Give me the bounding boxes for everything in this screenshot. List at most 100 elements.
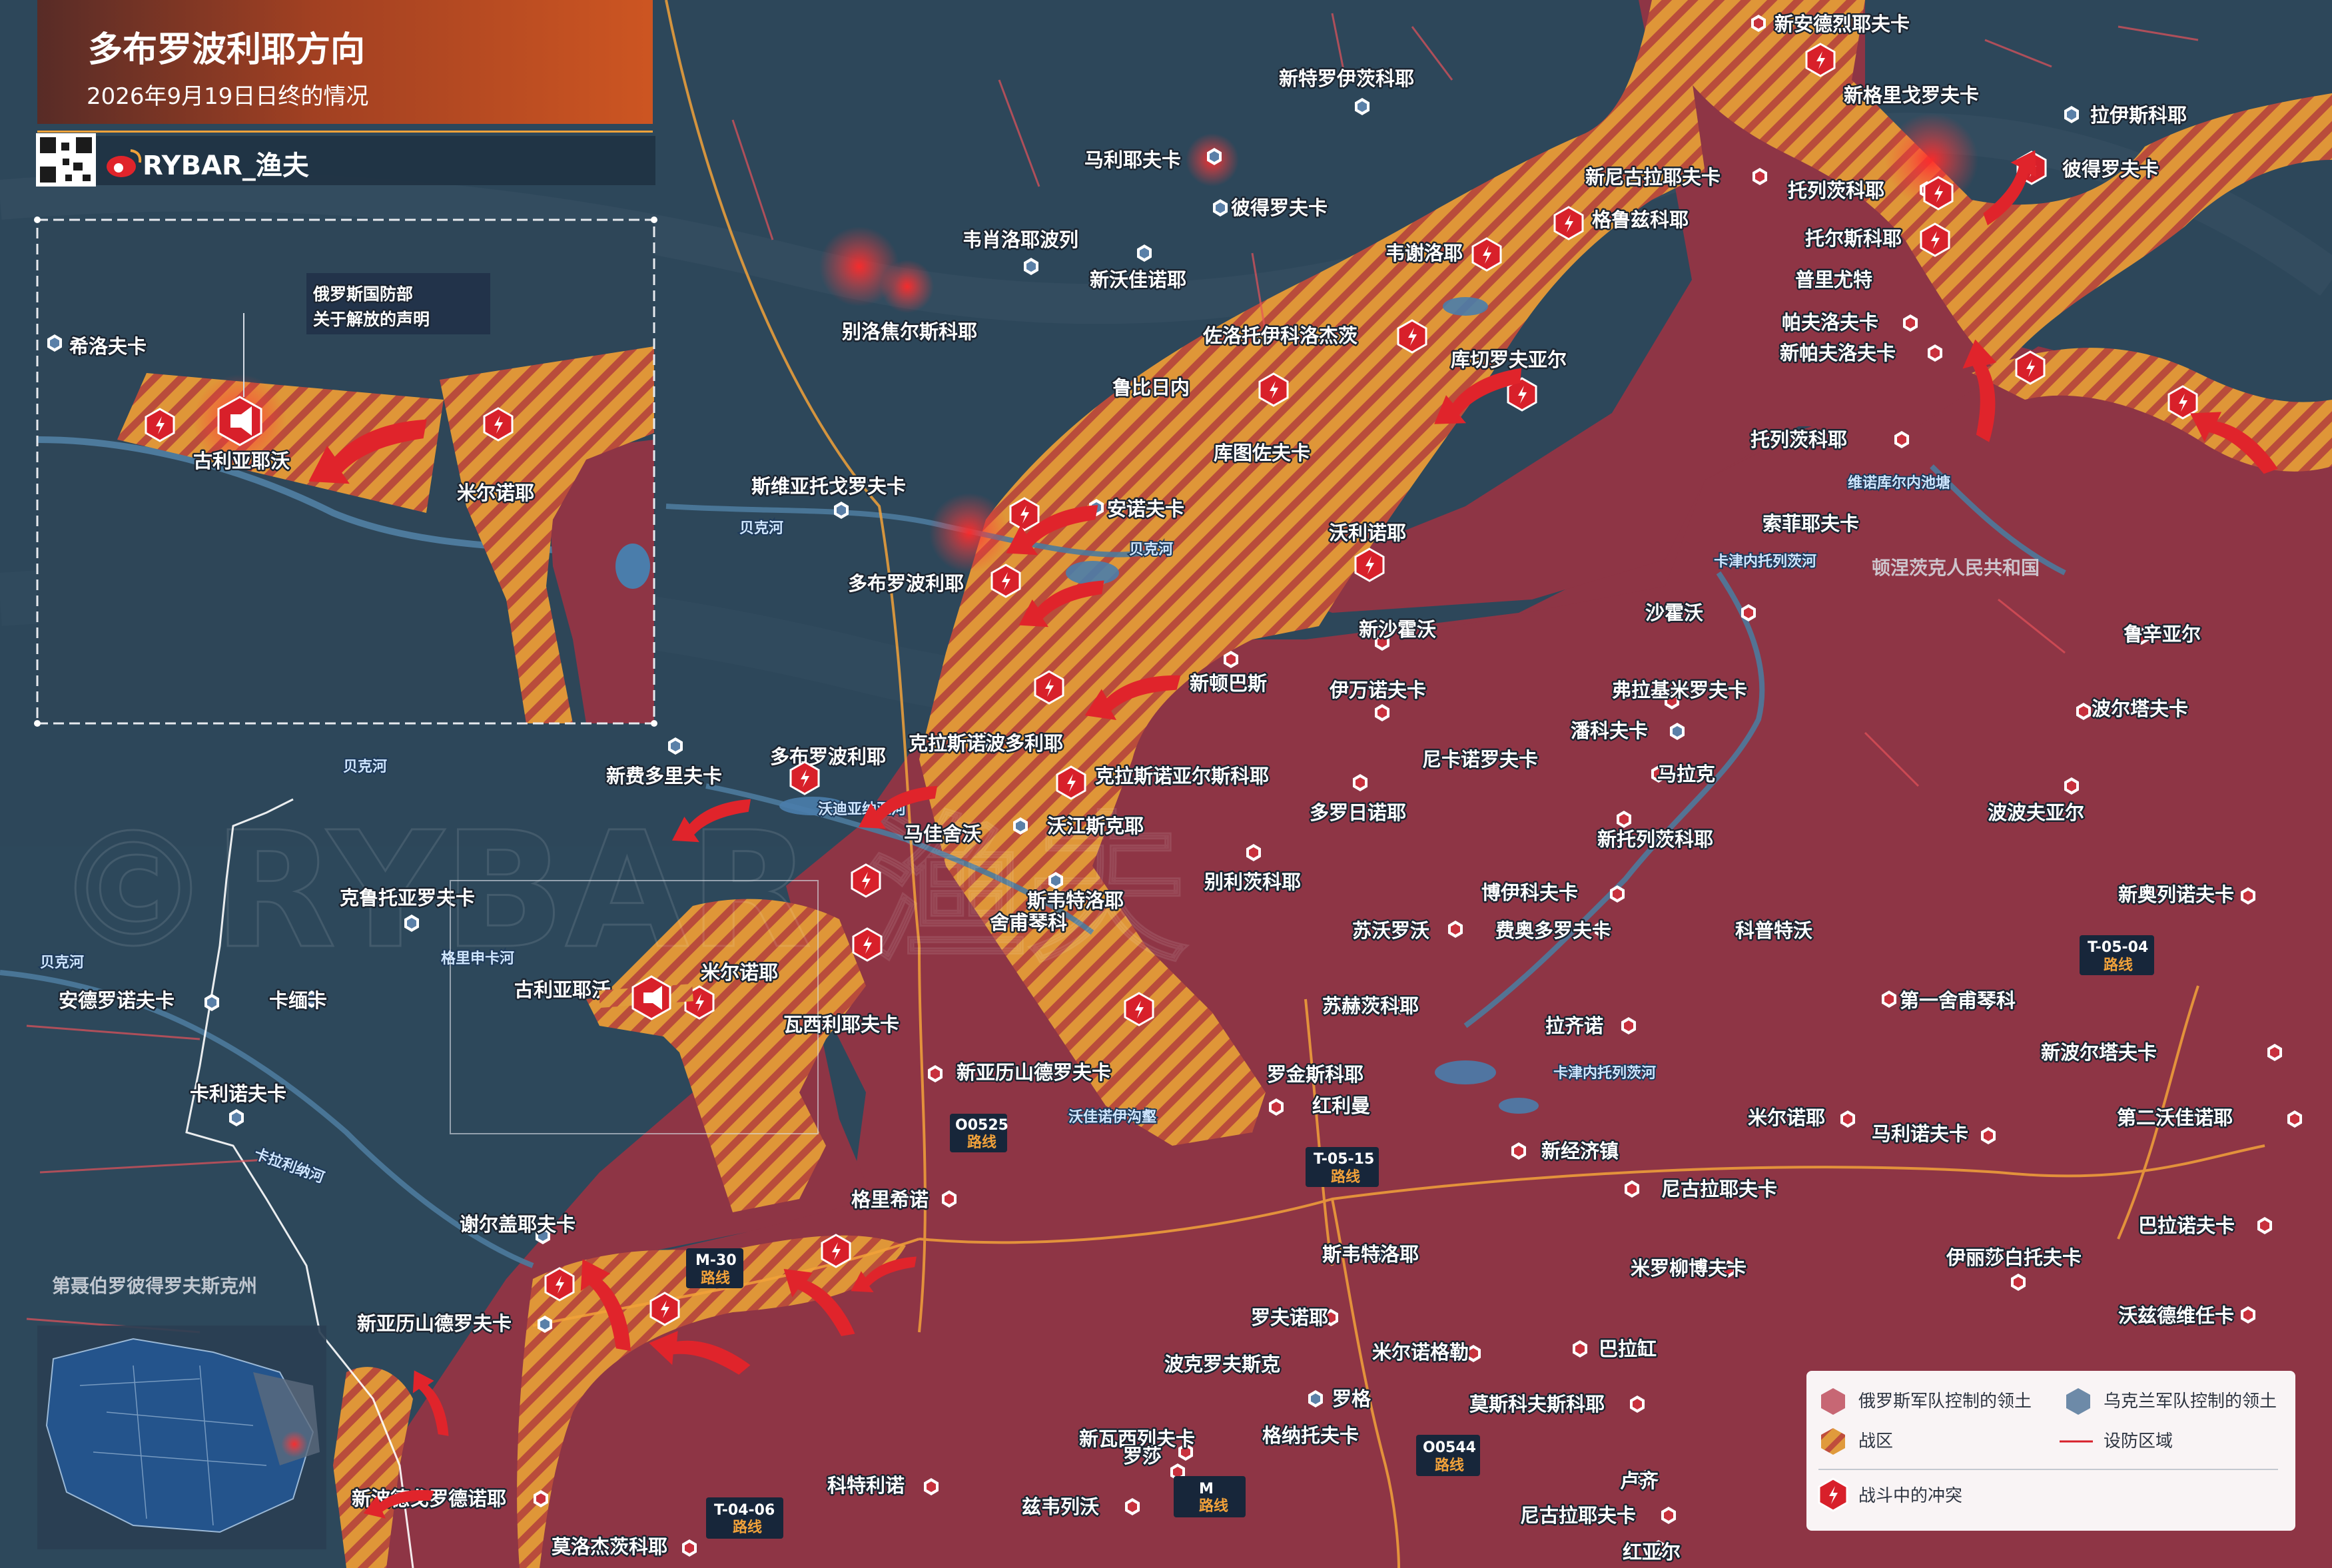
place-label: 罗格 bbox=[1332, 1387, 1371, 1410]
river-label: 卡津内托列茨河 bbox=[1714, 553, 1816, 570]
place-label: 波克罗夫斯克 bbox=[1164, 1353, 1280, 1375]
place-label: 克鲁托亚罗夫卡 bbox=[340, 887, 475, 909]
place-label: 弗拉基米罗夫卡 bbox=[1612, 679, 1747, 701]
svg-text:O0544: O0544 bbox=[1423, 1439, 1476, 1456]
svg-text:乌克兰军队控制的领土: 乌克兰军队控制的领土 bbox=[2104, 1391, 2277, 1411]
place-label: 卢齐 bbox=[1620, 1469, 1659, 1492]
svg-text:路线: 路线 bbox=[967, 1134, 996, 1151]
place-label: 韦肖洛耶波列 bbox=[963, 228, 1078, 251]
place-label: 科特利诺 bbox=[827, 1474, 905, 1497]
place-label: 索菲耶夫卡 bbox=[1762, 512, 1859, 535]
place-label: 波尔塔夫卡 bbox=[2092, 697, 2188, 720]
inset-place-label: 希洛夫卡 bbox=[69, 335, 147, 358]
svg-text:T-05-15: T-05-15 bbox=[1314, 1151, 1374, 1168]
place-label: 鲁辛亚尔 bbox=[2124, 623, 2201, 645]
place-label: 巴拉诺夫卡 bbox=[2138, 1214, 2235, 1237]
place-label: 卡利诺夫卡 bbox=[190, 1082, 286, 1105]
place-label: 瓦西利耶夫卡 bbox=[783, 1013, 899, 1036]
svg-text:M-30: M-30 bbox=[695, 1252, 737, 1269]
place-label: 伊丽莎白托夫卡 bbox=[1946, 1246, 2082, 1269]
place-label: 米罗柳博夫卡 bbox=[1631, 1257, 1747, 1280]
place-label: 帕夫洛夫卡 bbox=[1782, 311, 1878, 334]
river-label: 格里申卡河 bbox=[441, 950, 514, 967]
place-label: 卡缅卡 bbox=[269, 989, 327, 1012]
place-label: 库图佐夫卡 bbox=[1214, 442, 1310, 464]
svg-text:路线: 路线 bbox=[2104, 957, 2133, 974]
place-label: 尼古拉耶夫卡 bbox=[1661, 1178, 1777, 1200]
place-label: 沃江斯克耶 bbox=[1047, 815, 1144, 837]
place-label: 托尔斯科耶 bbox=[1805, 227, 1902, 250]
place-label: 新帕夫洛夫卡 bbox=[1780, 342, 1896, 364]
place-label: 红亚尔 bbox=[1623, 1541, 1681, 1563]
place-label: 新亚历山德罗夫卡 bbox=[357, 1312, 512, 1335]
place-label: 新尼古拉耶夫卡 bbox=[1585, 166, 1721, 189]
place-label: 米尔诺耶 bbox=[1748, 1106, 1825, 1129]
inset-map: 希洛夫卡 古利亚耶沃 米尔诺耶 俄罗斯国防部 关于解放的声明 bbox=[34, 216, 657, 727]
svg-text:设防区域: 设防区域 bbox=[2104, 1431, 2173, 1451]
river-label: 沃佳诺伊沟壑 bbox=[1068, 1108, 1157, 1126]
place-label: 别洛焦尔斯科耶 bbox=[842, 320, 977, 343]
place-label: 潘科夫卡 bbox=[1571, 719, 1648, 742]
legend-panel: 俄罗斯军队控制的领土 乌克兰军队控制的领土 战区 设防区域 战斗中的冲突 bbox=[1806, 1371, 2295, 1531]
brand-name: RYBAR_渔夫 bbox=[143, 151, 310, 181]
place-label: 米尔诺格勒 bbox=[1372, 1341, 1469, 1364]
svg-text:路线: 路线 bbox=[1331, 1168, 1360, 1186]
svg-text:战斗中的冲突: 战斗中的冲突 bbox=[1858, 1486, 1962, 1506]
place-label: 新安德烈耶夫卡 bbox=[1774, 13, 1910, 35]
page-subtitle: 2026年9月19日日终的情况 bbox=[87, 83, 368, 110]
place-label: 马拉克 bbox=[1657, 763, 1715, 785]
overview-minimap bbox=[37, 1326, 326, 1549]
brand-bar: RYBAR_渔夫 bbox=[36, 133, 655, 187]
place-label: 安德罗诺夫卡 bbox=[59, 989, 175, 1012]
river-label: 贝克河 bbox=[1129, 541, 1173, 558]
place-label: 拉齐诺 bbox=[1545, 1014, 1603, 1037]
place-label: 彼得罗夫卡 bbox=[1231, 196, 1328, 219]
place-label: 新沙霍沃 bbox=[1359, 618, 1436, 641]
place-label: 别利茨科耶 bbox=[1204, 871, 1301, 893]
place-label: 马利耶夫卡 bbox=[1084, 149, 1181, 171]
road-badge-o0525: O0525 路线 bbox=[950, 1114, 1008, 1152]
place-label: 斯韦特洛耶 bbox=[1322, 1243, 1419, 1266]
river-label: 维诺库尔内池塘 bbox=[1848, 474, 1950, 492]
place-label: 科普特沃 bbox=[1735, 919, 1812, 942]
place-label: 波波夫亚尔 bbox=[1988, 801, 2084, 824]
place-label: 新顿巴斯 bbox=[1190, 672, 1267, 695]
place-label: 兹韦列沃 bbox=[1022, 1495, 1099, 1518]
place-label: 伊万诺夫卡 bbox=[1329, 679, 1426, 701]
place-label: 费奥多罗夫卡 bbox=[1495, 919, 1611, 942]
place-label: 新经济镇 bbox=[1541, 1140, 1619, 1162]
place-label: 拉伊斯科耶 bbox=[2090, 104, 2187, 127]
region-label-donetsk: 顿涅茨克人民共和国 bbox=[1872, 557, 2040, 579]
place-label: 莫斯科夫斯科耶 bbox=[1469, 1393, 1605, 1415]
place-label: 佐洛托伊科洛杰茨 bbox=[1202, 324, 1358, 347]
place-label: 罗夫诺耶 bbox=[1251, 1306, 1328, 1329]
place-label: 新费多里夫卡 bbox=[606, 765, 722, 787]
svg-text:M: M bbox=[1199, 1481, 1214, 1497]
place-label: 沃利诺耶 bbox=[1329, 522, 1406, 544]
place-label: 克拉斯诺波多利耶 bbox=[909, 732, 1063, 755]
place-label: 苏赫茨科耶 bbox=[1322, 994, 1419, 1017]
place-label: 安诺夫卡 bbox=[1107, 498, 1184, 520]
place-label: 多布罗波利耶 bbox=[848, 572, 964, 595]
region-label-dnipro: 第聂伯罗彼得罗夫斯克州 bbox=[52, 1275, 257, 1297]
place-label: 新格里戈罗夫卡 bbox=[1844, 84, 1979, 107]
place-label: 库切罗夫亚尔 bbox=[1451, 348, 1567, 371]
svg-text:战区: 战区 bbox=[1858, 1431, 1893, 1451]
place-label: 尼卡诺罗夫卡 bbox=[1422, 748, 1538, 771]
place-label: 新沃佳诺耶 bbox=[1090, 268, 1186, 291]
map-canvas[interactable]: ©RYBAR 渔夫 顿涅茨克人民共和国 第聂伯罗彼得罗夫斯克州 贝克河 贝克河 … bbox=[0, 0, 2332, 1568]
place-label: 博伊科夫卡 bbox=[1481, 881, 1578, 904]
statement-label: 俄罗斯国防部 bbox=[312, 284, 413, 304]
place-label: 舍甫琴科 bbox=[990, 911, 1067, 934]
place-label: 巴拉缸 bbox=[1599, 1338, 1657, 1360]
place-label: 多罗日诺耶 bbox=[1310, 801, 1406, 824]
place-label: 格纳托夫卡 bbox=[1262, 1424, 1359, 1447]
road-badge-o0544: O0544 路线 bbox=[1416, 1435, 1480, 1476]
road-badge-m: M 路线 bbox=[1174, 1476, 1246, 1517]
place-label: 谢尔盖耶夫卡 bbox=[460, 1213, 576, 1236]
place-label: 新特罗伊茨科耶 bbox=[1279, 67, 1414, 90]
place-label: 多布罗波利耶 bbox=[770, 745, 886, 768]
river-label: 卡津内托列茨河 bbox=[1553, 1064, 1656, 1082]
svg-text:路线: 路线 bbox=[1435, 1457, 1464, 1474]
place-label: 新亚历山德罗夫卡 bbox=[957, 1061, 1111, 1084]
